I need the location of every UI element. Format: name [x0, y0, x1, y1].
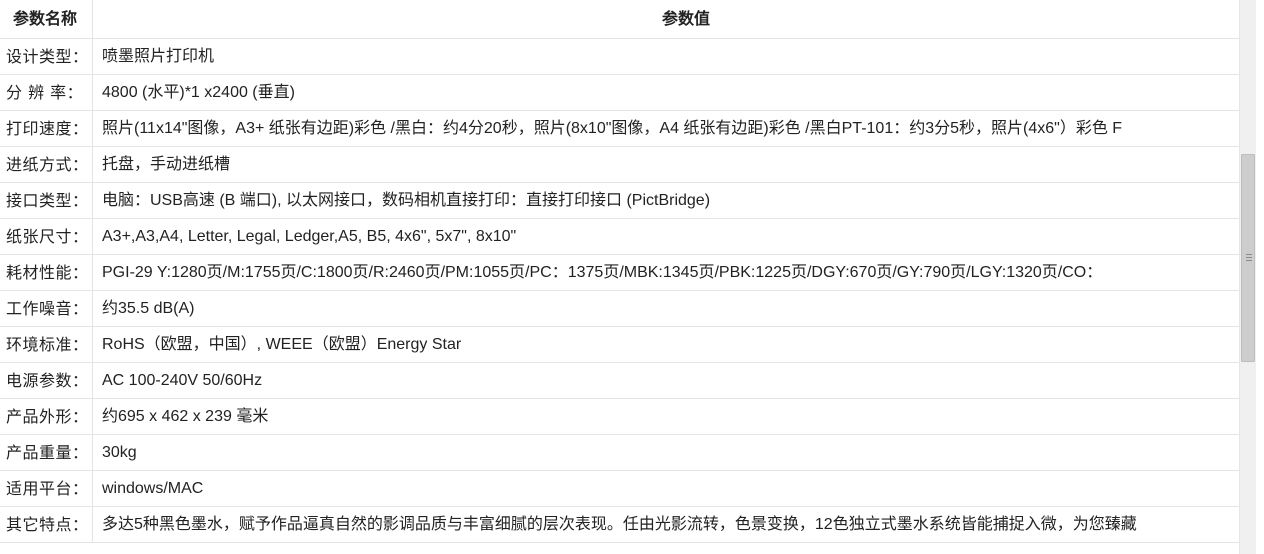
table-row: 接口类型： 电脑：USB高速 (B 端口), 以太网接口，数码相机直接打印：直接打… — [0, 183, 1239, 219]
param-value-cell: 照片(11x14"图像，A3+ 纸张有边距)彩色 /黑白：约4分20秒，照片(8… — [102, 120, 1123, 137]
param-value-cell: 电脑：USB高速 (B 端口), 以太网接口，数码相机直接打印：直接打印接口 (… — [102, 192, 711, 209]
grip-line-icon — [1246, 254, 1252, 255]
param-name-cell: 打印速度： — [0, 111, 93, 146]
param-name-cell: 分 辨 率： — [0, 75, 93, 110]
param-name-cell: 耗材性能： — [0, 255, 93, 290]
param-value-cell: 多达5种黑色墨水，赋予作品逼真自然的影调品质与丰富细腻的层次表现。任由光影流转，… — [102, 516, 1137, 533]
table-row: 电源参数： AC 100-240V 50/60Hz — [0, 363, 1239, 399]
table-row: 适用平台： windows/MAC — [0, 471, 1239, 507]
header-param-value: 参数值 — [661, 9, 710, 28]
param-name-cell: 环境标准： — [0, 327, 93, 362]
window-edge — [1256, 0, 1264, 554]
table-row: 工作噪音： 约35.5 dB(A) — [0, 291, 1239, 327]
table-row: 设计类型： 喷墨照片打印机 — [0, 39, 1239, 75]
table-row: 进纸方式： 托盘，手动进纸槽 — [0, 147, 1239, 183]
param-name-cell: 工作噪音： — [0, 291, 93, 326]
table-body: 设计类型： 喷墨照片打印机分 辨 率： 4800 (水平)*1 x2400 (垂直)… — [0, 39, 1239, 543]
param-value-cell: PGI-29 Y:1280页/M:1755页/C:1800页/R:2460页/P… — [102, 264, 1103, 281]
grip-line-icon — [1246, 257, 1252, 258]
param-name-cell: 产品重量： — [0, 435, 93, 470]
table-row: 其它特点： 多达5种黑色墨水，赋予作品逼真自然的影调品质与丰富细腻的层次表现。任由… — [0, 507, 1239, 543]
spec-table: 参数名称 参数值 设计类型： 喷墨照片打印机分 辨 率： 4800 (水平)*1 x… — [0, 0, 1239, 554]
vertical-scrollbar[interactable] — [1239, 0, 1256, 554]
param-name-cell: 设计类型： — [0, 39, 93, 74]
param-value-cell: 托盘，手动进纸槽 — [102, 156, 231, 173]
table-row: 分 辨 率： 4800 (水平)*1 x2400 (垂直) — [0, 75, 1239, 111]
table-row: 产品重量： 30kg — [0, 435, 1239, 471]
scrollbar-thumb[interactable] — [1241, 154, 1255, 362]
param-value-cell: 约695 x 462 x 239 毫米 — [102, 408, 269, 425]
param-value-cell: 约35.5 dB(A) — [102, 300, 195, 317]
param-value-cell: AC 100-240V 50/60Hz — [102, 372, 263, 389]
param-name-cell: 其它特点： — [0, 507, 93, 542]
table-header: 参数名称 参数值 — [0, 0, 1239, 39]
param-name-cell: 适用平台： — [0, 471, 93, 506]
table-row: 耗材性能： PGI-29 Y:1280页/M:1755页/C:1800页/R:24… — [0, 255, 1239, 291]
table-row: 产品外形： 约695 x 462 x 239 毫米 — [0, 399, 1239, 435]
grip-line-icon — [1246, 260, 1252, 261]
table-row: 纸张尺寸： A3+,A3,A4, Letter, Legal, Ledger,A5… — [0, 219, 1239, 255]
param-value-cell: windows/MAC — [102, 480, 204, 497]
param-name-cell: 接口类型： — [0, 183, 93, 218]
param-name-cell: 纸张尺寸： — [0, 219, 93, 254]
header-param-name: 参数名称 — [0, 0, 93, 38]
param-name-cell: 电源参数： — [0, 363, 93, 398]
table-row: 环境标准： RoHS（欧盟，中国）, WEEE（欧盟）Energy Star — [0, 327, 1239, 363]
param-value-cell: A3+,A3,A4, Letter, Legal, Ledger,A5, B5,… — [102, 228, 517, 245]
table-row: 打印速度： 照片(11x14"图像，A3+ 纸张有边距)彩色 /黑白：约4分20秒… — [0, 111, 1239, 147]
param-value-cell: RoHS（欧盟，中国）, WEEE（欧盟）Energy Star — [102, 336, 462, 353]
param-value-cell: 30kg — [102, 444, 137, 461]
param-name-cell: 进纸方式： — [0, 147, 93, 182]
spec-page: 参数名称 参数值 设计类型： 喷墨照片打印机分 辨 率： 4800 (水平)*1 x… — [0, 0, 1264, 554]
param-value-cell: 喷墨照片打印机 — [102, 48, 215, 65]
param-name-cell: 产品外形： — [0, 399, 93, 434]
param-value-cell: 4800 (水平)*1 x2400 (垂直) — [102, 84, 295, 101]
